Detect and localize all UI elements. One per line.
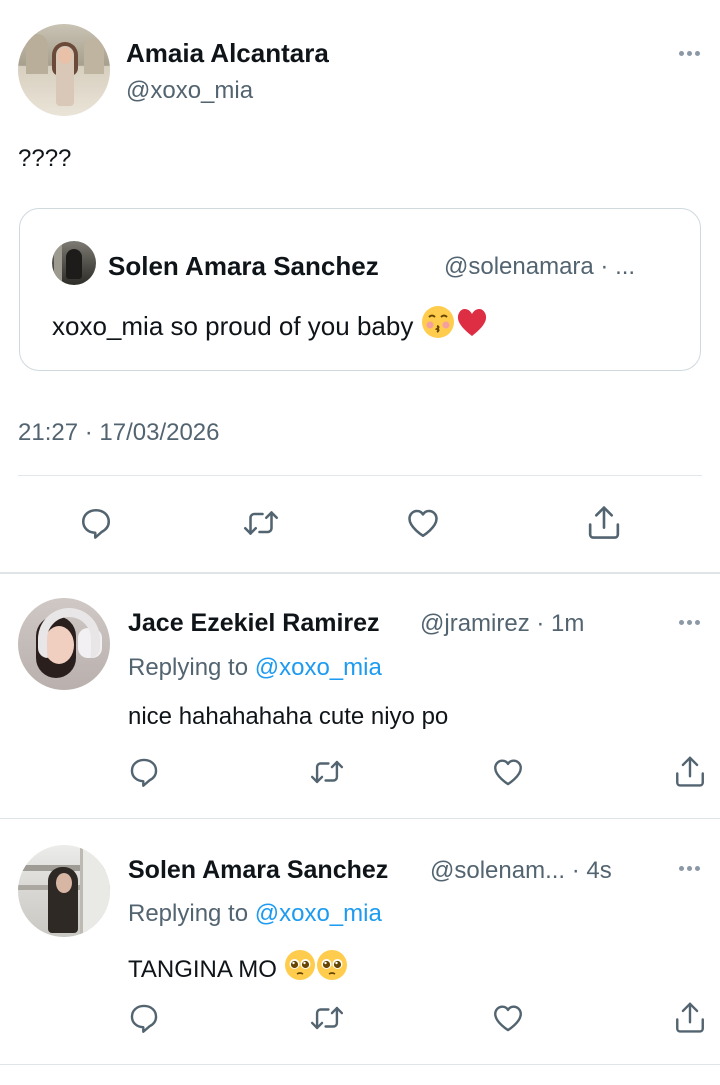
author-avatar[interactable] <box>18 24 110 116</box>
reply-author-avatar[interactable] <box>18 845 110 937</box>
quoted-text-content: xoxo_mia so proud of you baby <box>52 311 414 341</box>
divider <box>18 475 702 476</box>
like-icon[interactable] <box>491 755 525 789</box>
red-heart-emoji <box>455 305 489 346</box>
like-icon[interactable] <box>404 505 442 541</box>
replying-to: Replying to @xoxo_mia <box>128 900 382 928</box>
kissing-face-emoji <box>421 305 455 346</box>
reply-author-handle[interactable]: @jramirez · 1m <box>420 610 584 638</box>
reply-icon[interactable] <box>127 755 161 789</box>
retweet-icon[interactable] <box>241 505 281 541</box>
reply-author-handle[interactable]: @solenam... · 4s <box>430 857 612 885</box>
reply-text: nice hahahahaha cute niyo po <box>128 703 449 730</box>
reply-author-name[interactable]: Solen Amara Sanchez <box>128 856 388 885</box>
more-options-icon[interactable] <box>679 620 700 625</box>
reply-text-content: TANGINA MO <box>128 956 277 983</box>
divider <box>0 1064 720 1065</box>
more-options-icon[interactable] <box>679 866 700 871</box>
quoted-tweet[interactable] <box>19 208 701 371</box>
timestamp: 21:27 · 17/03/2026 <box>18 419 220 446</box>
author-name[interactable]: Amaia Alcantara <box>126 38 329 69</box>
quoted-author-name: Solen Amara Sanchez <box>108 251 379 281</box>
share-icon[interactable] <box>673 753 707 791</box>
replying-to: Replying to @xoxo_mia <box>128 654 382 682</box>
replying-prefix: Replying to <box>128 900 249 927</box>
pleading-face-emoji <box>284 949 316 988</box>
reply-author-name[interactable]: Jace Ezekiel Ramirez <box>128 609 380 638</box>
more-options-icon[interactable] <box>679 51 700 56</box>
reply-icon[interactable] <box>127 1001 161 1035</box>
mention-link[interactable]: @xoxo_mia <box>255 654 382 681</box>
pleading-face-emoji <box>316 949 348 988</box>
reply-icon[interactable] <box>78 505 114 541</box>
quoted-author-avatar <box>52 241 96 285</box>
quoted-author-handle: @solenamara · ... <box>444 253 636 280</box>
mention-link[interactable]: @xoxo_mia <box>255 900 382 927</box>
retweet-icon[interactable] <box>308 1001 346 1035</box>
retweet-icon[interactable] <box>308 755 346 789</box>
reply-text: TANGINA MO <box>128 949 348 988</box>
share-icon[interactable] <box>585 503 623 543</box>
quoted-text: xoxo_mia so proud of you baby <box>52 305 489 346</box>
like-icon[interactable] <box>491 1001 525 1035</box>
tweet-text: ???? <box>18 145 72 172</box>
share-icon[interactable] <box>673 999 707 1037</box>
divider <box>0 572 720 574</box>
author-handle[interactable]: @xoxo_mia <box>126 77 253 105</box>
reply-author-avatar[interactable] <box>18 598 110 690</box>
divider <box>0 818 720 819</box>
replying-prefix: Replying to <box>128 654 249 681</box>
